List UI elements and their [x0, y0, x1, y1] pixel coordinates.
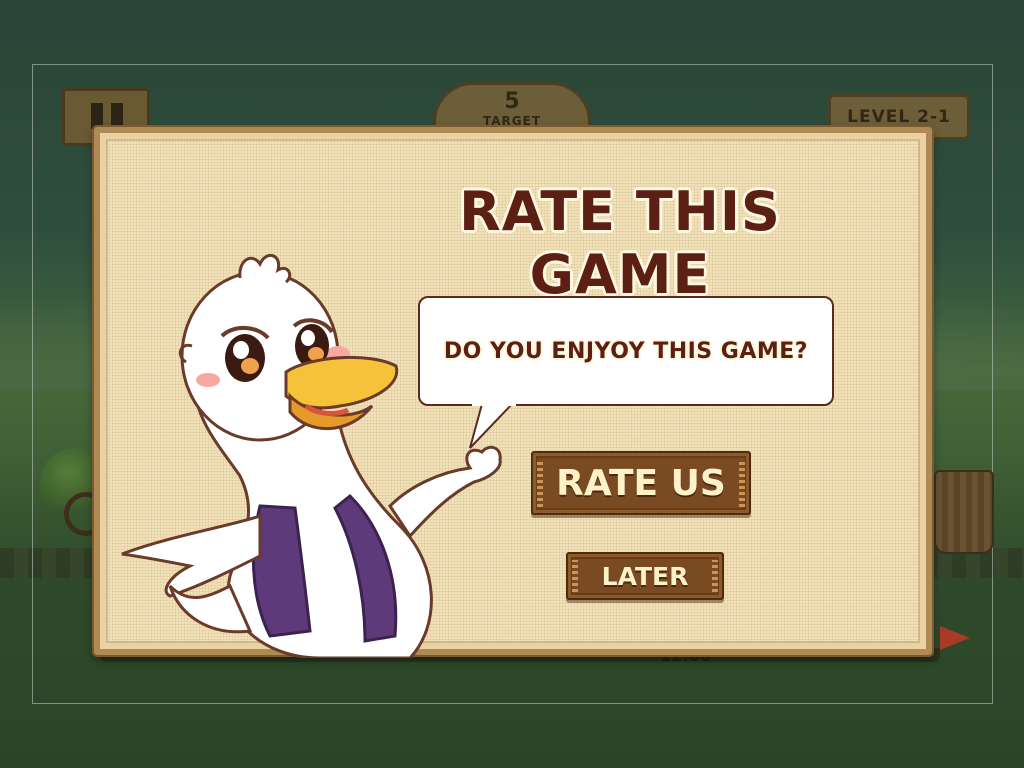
rate-us-button[interactable]: RATE US	[531, 451, 751, 515]
target-count: 5	[504, 89, 520, 114]
basket-decoration	[934, 470, 994, 554]
later-button[interactable]: LATER	[566, 552, 724, 600]
duck-mascot	[121, 254, 502, 658]
target-label: TARGET	[482, 114, 541, 128]
flag-icon	[940, 626, 970, 650]
